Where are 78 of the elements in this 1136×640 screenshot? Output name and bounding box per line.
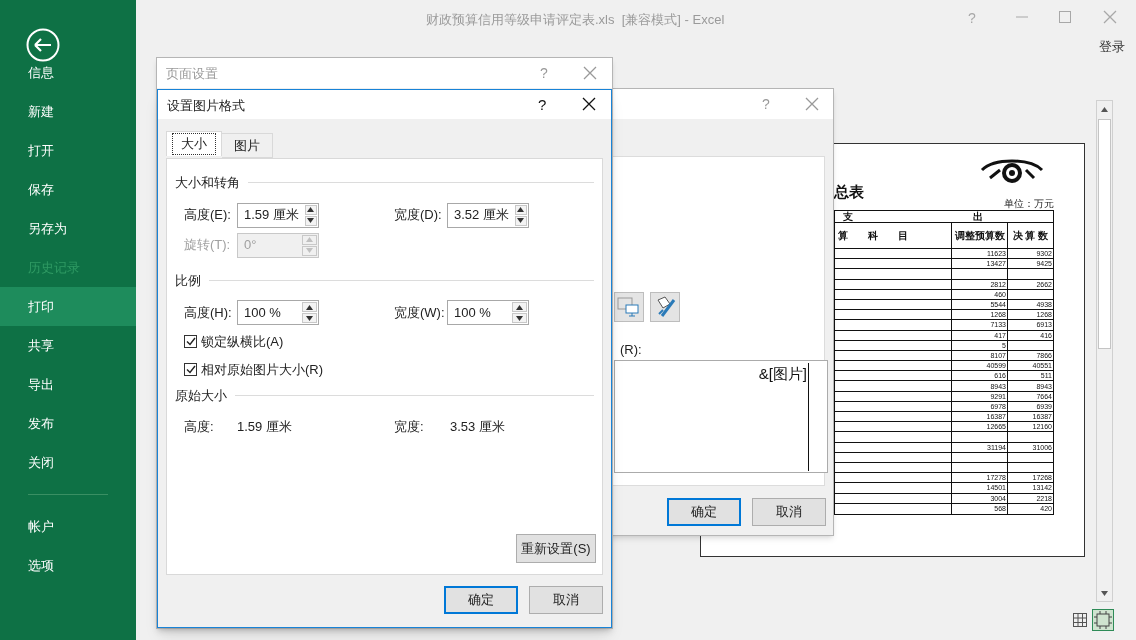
close-icon[interactable] <box>582 97 596 111</box>
backstage-menu-item[interactable]: 信息 <box>0 53 136 92</box>
sign-in-link[interactable]: 登录 <box>1099 37 1125 57</box>
spin-field[interactable]: 100 % <box>237 300 319 325</box>
spin-up-button[interactable] <box>304 204 317 215</box>
dialog-title: 页面设置 <box>166 65 218 83</box>
field-label: 高度: <box>184 417 215 436</box>
report-title: 总表 <box>834 184 865 199</box>
backstage-menu-item[interactable]: 导出 <box>0 365 136 404</box>
spin-up-button[interactable] <box>514 204 527 215</box>
field-label: 宽度(D): <box>394 206 443 225</box>
caret-up-icon <box>1101 106 1108 112</box>
table-header: 决 算 数 <box>1007 223 1053 248</box>
caret-up-icon <box>306 237 313 242</box>
caret-up-icon <box>307 207 315 212</box>
backstage-menu-item[interactable]: 打印 <box>0 287 136 326</box>
spin-down-button[interactable] <box>304 215 317 226</box>
section-title: 大小和转角 <box>175 174 240 192</box>
help-button[interactable]: ? <box>538 94 547 117</box>
spin-field[interactable]: 1.59 厘米 <box>237 202 319 228</box>
page-view-icon[interactable] <box>1092 609 1114 631</box>
dialog-button[interactable]: 确定 <box>444 586 518 614</box>
caret-down-icon <box>517 218 525 223</box>
table-header: 调整预算数 <box>951 223 1007 248</box>
spin-up-button[interactable] <box>512 302 527 312</box>
backstage-menu-item[interactable]: 另存为 <box>0 209 136 248</box>
spin-down-button[interactable] <box>514 215 527 226</box>
backstage-menu-item[interactable]: 发布 <box>0 404 136 443</box>
dialog-tab[interactable]: 大小 <box>166 131 222 156</box>
caret-up-icon <box>517 207 525 212</box>
field-value: 3.53 厘米 <box>450 417 505 436</box>
caret-up-icon <box>516 304 523 310</box>
reset-button[interactable]: 重新设置(S) <box>516 534 596 563</box>
caret-down-icon <box>307 218 315 223</box>
backstage-menu-item[interactable]: 帐户 <box>0 507 136 546</box>
dialog-title: 设置图片格式 <box>167 97 245 115</box>
caret-down-icon <box>516 315 523 321</box>
dialog-button[interactable]: 取消 <box>752 498 826 526</box>
spin-field[interactable]: 100 % <box>447 300 529 325</box>
checkbox[interactable] <box>184 362 197 376</box>
checkbox-label[interactable]: 锁定纵横比(A) <box>201 332 284 352</box>
field-label: 宽度: <box>394 417 425 436</box>
table-header: 支 <box>842 211 854 222</box>
spin-field[interactable]: 3.52 厘米 <box>447 202 529 228</box>
caret-down-icon <box>306 315 313 321</box>
checkbox-label[interactable]: 相对原始图片大小(R) <box>201 359 324 379</box>
format-picture-icon[interactable] <box>650 292 680 322</box>
window-title: 财政预算信用等级申请评定表.xls [兼容模式] - Excel <box>426 11 725 29</box>
section-title: 比例 <box>175 271 201 290</box>
backstage-menu-item[interactable]: 新建 <box>0 92 136 131</box>
backstage-menu-item[interactable]: 共享 <box>0 326 136 365</box>
backstage-menu-item[interactable]: 保存 <box>0 170 136 209</box>
backstage-menu-item[interactable]: 关闭 <box>0 443 136 482</box>
backstage-menu-item[interactable]: 打开 <box>0 131 136 170</box>
normal-view-icon[interactable] <box>1072 612 1088 628</box>
unit-label: 单位：万元 <box>1004 199 1054 209</box>
vertical-scrollbar[interactable] <box>1096 100 1113 602</box>
table-header: 算 科 目 <box>837 228 909 243</box>
field-label: 旋转(T): <box>184 236 232 255</box>
field-label: 高度(H): <box>184 303 233 322</box>
spin-down-button[interactable] <box>302 313 317 323</box>
spin-up-button[interactable] <box>302 302 317 312</box>
caret-up-icon <box>306 304 313 310</box>
field-label: 宽度(W): <box>394 303 446 322</box>
field-value: 1.59 厘米 <box>237 417 293 436</box>
section-label: (R): <box>620 341 642 359</box>
caret-down-icon <box>306 248 313 253</box>
backstage-menu-item[interactable]: 选项 <box>0 546 136 585</box>
caret-down-icon <box>1101 590 1108 596</box>
dialog-button[interactable]: 取消 <box>529 586 603 614</box>
checkbox[interactable] <box>184 335 197 349</box>
section-title: 原始大小 <box>175 387 227 405</box>
table-header: 出 <box>972 211 983 222</box>
header-text-area[interactable]: &[图片] <box>614 360 828 473</box>
field-label: 高度(E): <box>184 206 232 225</box>
spin-down-button[interactable] <box>512 313 527 323</box>
dialog-tab[interactable]: 图片 <box>222 133 273 158</box>
dialog-button[interactable]: 确定 <box>667 498 741 526</box>
